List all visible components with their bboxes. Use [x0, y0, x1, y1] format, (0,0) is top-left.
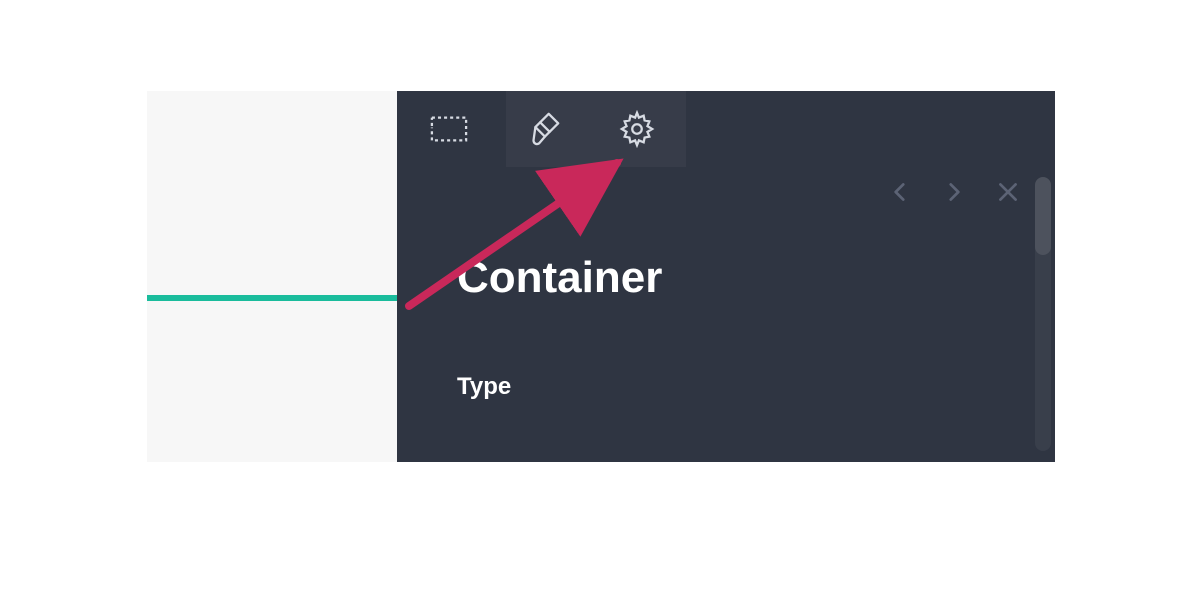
- chevron-left-icon: [887, 179, 913, 205]
- panel-tab-strip: [397, 91, 1055, 167]
- panel-title: Container: [457, 253, 995, 303]
- next-button[interactable]: [941, 179, 967, 205]
- canvas-area: [147, 91, 397, 462]
- close-button[interactable]: [995, 179, 1021, 205]
- inspector-panel: Container Type: [397, 91, 1055, 462]
- panel-body: Container Type: [397, 167, 1055, 462]
- paintbrush-icon: [524, 110, 562, 148]
- panel-nav-controls: [887, 179, 1021, 205]
- scrollbar-thumb[interactable]: [1035, 177, 1051, 255]
- scrollbar-track[interactable]: [1035, 177, 1051, 451]
- canvas-divider-line: [147, 295, 397, 301]
- gear-icon: [618, 110, 656, 148]
- selection-tab[interactable]: [427, 107, 471, 151]
- selection-marquee-icon: [430, 110, 468, 148]
- style-tab[interactable]: [521, 107, 565, 151]
- close-icon: [995, 179, 1021, 205]
- settings-tab[interactable]: [615, 107, 659, 151]
- screenshot-stage: Container Type: [147, 91, 1055, 462]
- chevron-right-icon: [941, 179, 967, 205]
- prev-button[interactable]: [887, 179, 913, 205]
- type-label: Type: [457, 373, 995, 401]
